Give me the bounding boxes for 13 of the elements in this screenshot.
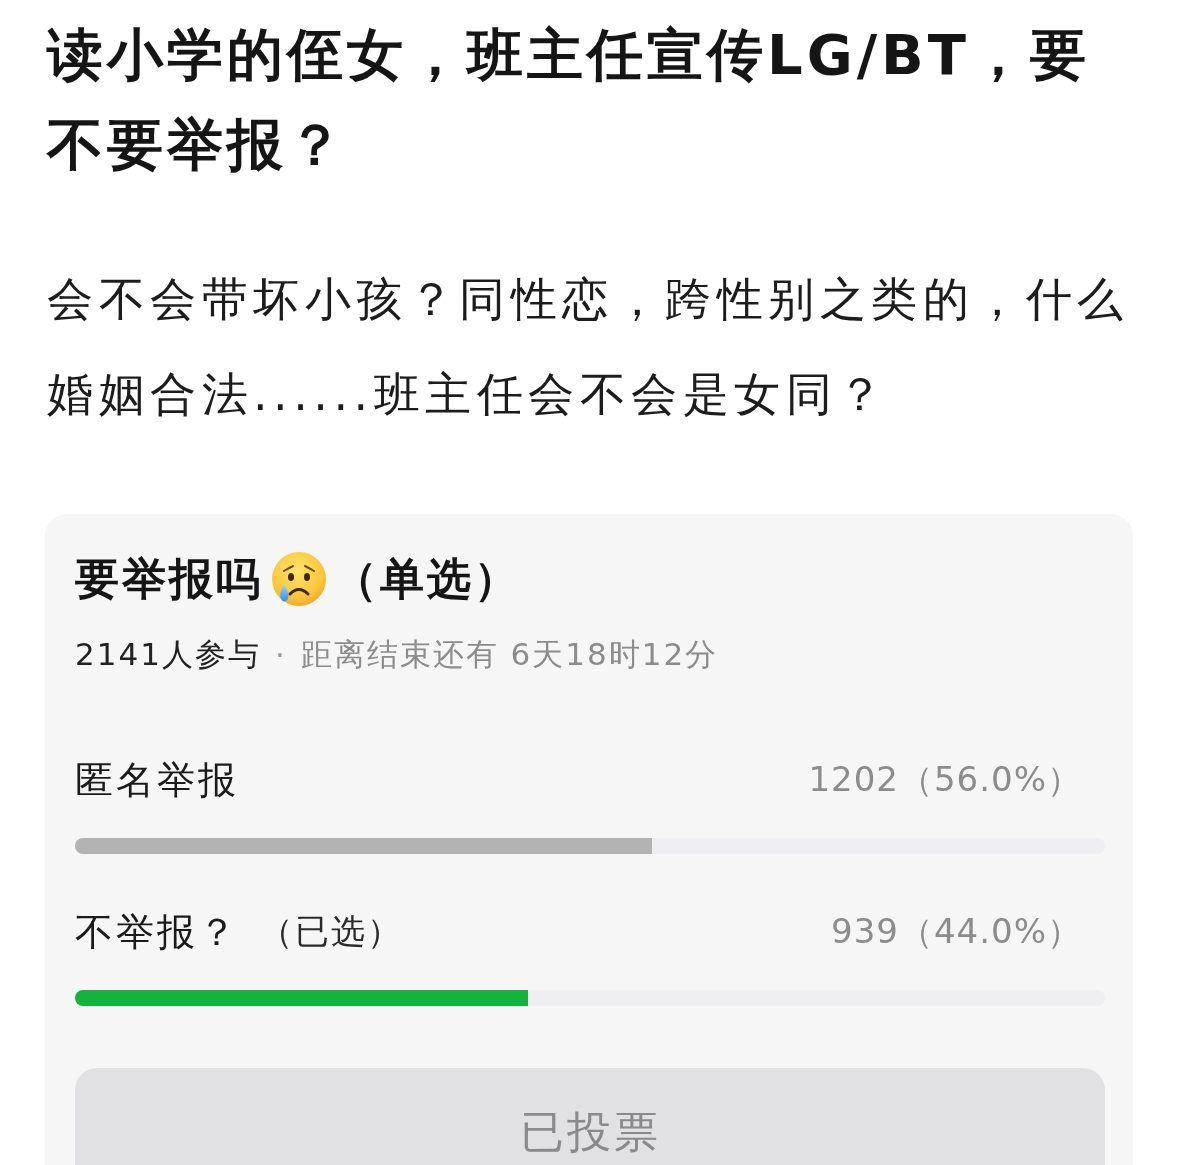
post-body: 会不会带坏小孩？同性恋，跨性别之类的，什么婚姻合法......班主任会不会是女同？ (46, 271, 1130, 423)
deadline-text: 距离结束还有 6天18时12分 (300, 635, 719, 674)
poll-mode-label: （单选） (333, 551, 521, 606)
participant-count: 2141人参与 (75, 635, 261, 674)
poll-option-label: 匿名举报 (75, 756, 239, 804)
poll-title: 要举报吗 (75, 551, 263, 606)
poll-option-label: 不举报？ (75, 908, 239, 956)
post-title: 读小学的侄女，班主任宣传LG/BT，要不要举报？ (45, 21, 1091, 179)
selected-note: （已选） (259, 910, 403, 953)
vote-count: 939（44.0%） (831, 910, 1082, 953)
vote-count: 1202（56.0%） (808, 758, 1082, 801)
separator-dot: · (274, 637, 287, 673)
crying-face-icon (271, 551, 327, 607)
